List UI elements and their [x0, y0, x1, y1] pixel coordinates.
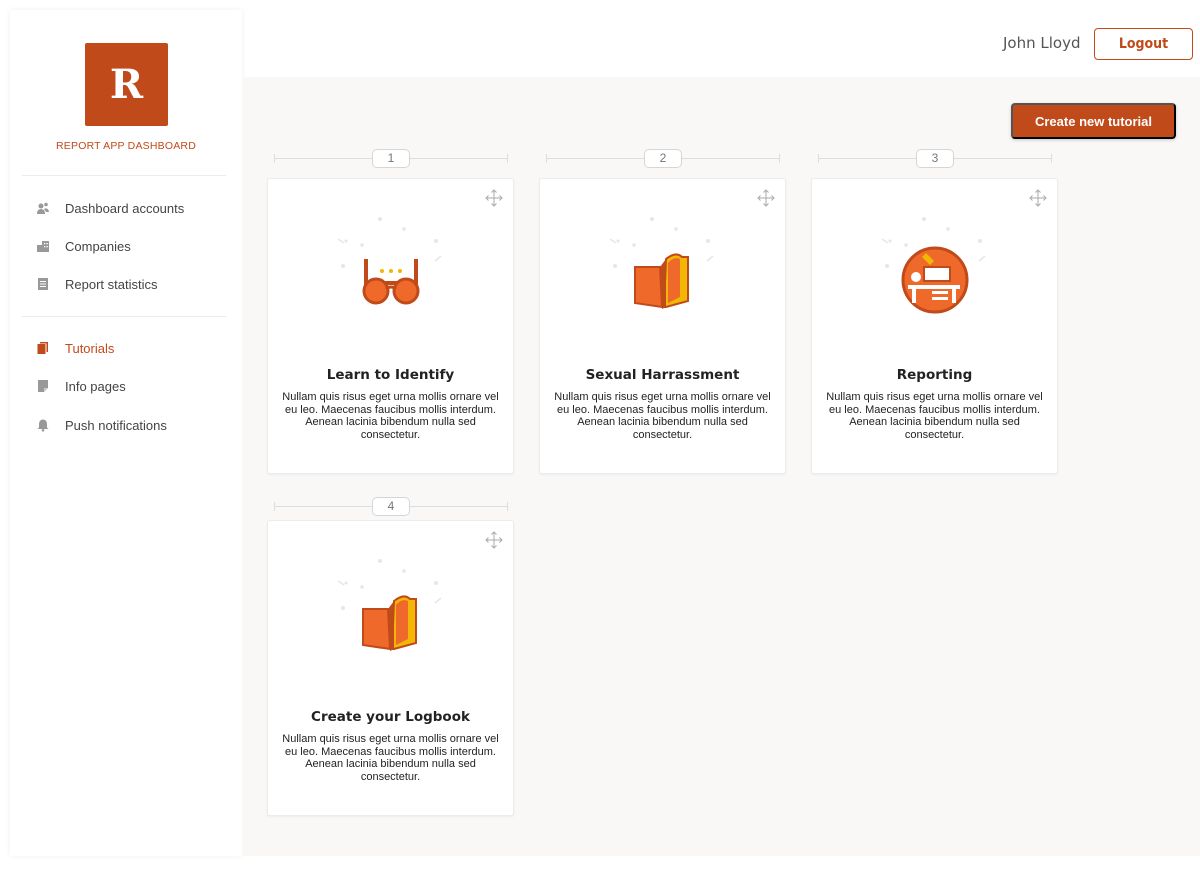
- tutorial-title: Learn to Identify: [326, 367, 455, 383]
- sidebar-divider: [22, 175, 226, 176]
- tutorial-description: Nullam quis risus eget urna mollis ornar…: [282, 391, 499, 441]
- book-icon: [337, 559, 442, 651]
- sidebar-item-dashboard-accounts[interactable]: Dashboard accounts: [10, 194, 242, 222]
- sidebar-item-push-notifications[interactable]: Push notifications: [10, 411, 242, 439]
- glasses-icon: [337, 217, 442, 305]
- tutorial-card[interactable]: Learn to Identify Nullam quis risus eget…: [267, 178, 514, 474]
- tutorial-card[interactable]: Reporting Nullam quis risus eget urna mo…: [811, 178, 1058, 474]
- tutorial-title: Create your Logbook: [311, 709, 470, 725]
- sidebar-item-label: Dashboard accounts: [65, 200, 185, 216]
- page-icon: [36, 379, 50, 393]
- logo-letter: R: [109, 61, 144, 108]
- tutorials-icon: [36, 341, 50, 355]
- move-icon[interactable]: [757, 189, 775, 207]
- tutorial-description: Nullam quis risus eget urna mollis ornar…: [826, 391, 1043, 441]
- order-number[interactable]: 3: [916, 149, 954, 168]
- tutorial-card[interactable]: Sexual Harrassment Nullam quis risus ege…: [539, 178, 786, 474]
- order-indicator: 2: [546, 149, 780, 169]
- order-indicator: 4: [274, 497, 508, 517]
- desk-icon: [881, 217, 986, 314]
- order-number[interactable]: 4: [372, 497, 410, 516]
- book-icon: [609, 217, 714, 309]
- tutorial-title: Reporting: [896, 367, 973, 383]
- sidebar: R REPORT APP DASHBOARD Dashboard account…: [10, 10, 242, 856]
- logout-button[interactable]: Logout: [1094, 28, 1193, 60]
- sidebar-item-tutorials[interactable]: Tutorials: [10, 334, 242, 362]
- sidebar-item-label: Companies: [65, 238, 131, 254]
- sidebar-item-info-pages[interactable]: Info pages: [10, 372, 242, 400]
- tutorial-title: Sexual Harrassment: [585, 367, 740, 383]
- document-icon: [36, 277, 50, 291]
- sidebar-item-label: Info pages: [65, 378, 126, 394]
- order-indicator: 3: [818, 149, 1052, 169]
- sidebar-item-report-statistics[interactable]: Report statistics: [10, 270, 242, 298]
- user-name[interactable]: John Lloyd: [1003, 34, 1080, 52]
- sidebar-divider: [22, 316, 226, 317]
- bell-icon: [36, 418, 50, 432]
- sidebar-item-label: Push notifications: [65, 417, 167, 433]
- move-icon[interactable]: [1029, 189, 1047, 207]
- order-number[interactable]: 2: [644, 149, 682, 168]
- move-icon[interactable]: [485, 531, 503, 549]
- sidebar-item-label: Tutorials: [65, 340, 115, 356]
- move-icon[interactable]: [485, 189, 503, 207]
- building-icon: [36, 239, 50, 253]
- users-icon: [36, 201, 50, 215]
- order-number[interactable]: 1: [372, 149, 410, 168]
- sidebar-item-label: Report statistics: [65, 276, 158, 292]
- tutorial-description: Nullam quis risus eget urna mollis ornar…: [554, 391, 771, 441]
- tutorial-description: Nullam quis risus eget urna mollis ornar…: [282, 733, 499, 783]
- order-indicator: 1: [274, 149, 508, 169]
- create-tutorial-button[interactable]: Create new tutorial: [1011, 103, 1176, 139]
- tutorial-card[interactable]: Create your Logbook Nullam quis risus eg…: [267, 520, 514, 816]
- brand-name: REPORT APP DASHBOARD: [56, 140, 196, 152]
- sidebar-item-companies[interactable]: Companies: [10, 232, 242, 260]
- app-logo[interactable]: R: [85, 43, 168, 126]
